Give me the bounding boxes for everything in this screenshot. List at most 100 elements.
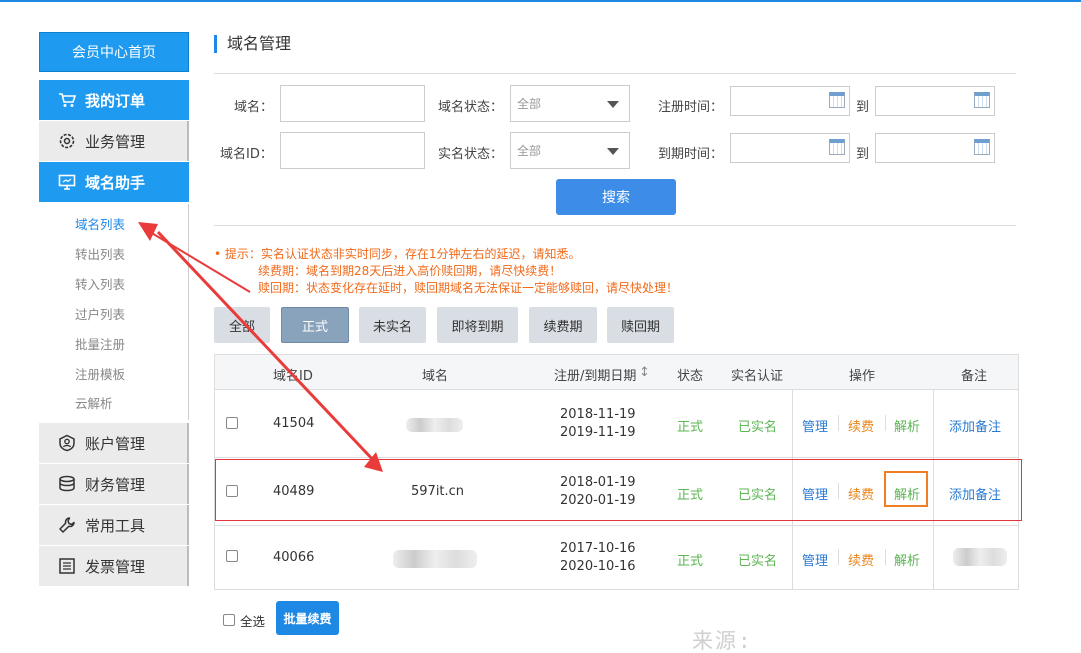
cart-icon [57, 90, 77, 110]
add-note-link[interactable]: 添加备注 [949, 416, 1001, 435]
manage-link[interactable]: 管理 [802, 550, 828, 569]
sidebar-item-business[interactable]: 业务管理 [39, 121, 189, 161]
domain-id-label: 域名ID： [220, 147, 273, 162]
filter-unverified[interactable]: 未实名 [359, 307, 426, 343]
batch-renew-button[interactable]: 批量续费 [276, 601, 339, 635]
col-domain: 域名 [422, 369, 449, 384]
status-badge: 正式 [677, 554, 704, 569]
divider [838, 549, 839, 565]
filter-expiring[interactable]: 即将到期 [437, 307, 518, 343]
sidebar-item-label: 账户管理 [85, 434, 146, 453]
notice-line: 赎回期：状态变化存在延时，赎回期域名无法保证一定能够赎回，请尽快处理！ [258, 281, 679, 295]
to-label: 到 [856, 100, 870, 115]
filter-all[interactable]: 全部 [214, 307, 270, 343]
sidebar-item-invoice[interactable]: 发票管理 [39, 546, 189, 586]
monitor-icon [57, 172, 77, 192]
wrench-icon [57, 515, 77, 535]
realname-badge: 已实名 [738, 420, 778, 435]
page-title: 域名管理 [214, 35, 291, 53]
divider [933, 390, 934, 457]
row-checkbox[interactable] [226, 550, 238, 562]
calendar-icon[interactable] [974, 139, 990, 155]
blurred-note [953, 548, 1007, 566]
search-button[interactable]: 搜索 [556, 179, 676, 215]
exp-time-label: 到期时间： [658, 147, 724, 162]
col-domain-id: 域名ID [273, 369, 313, 384]
divider [885, 549, 886, 565]
sort-icon[interactable]: ↕ [639, 365, 650, 380]
top-border [0, 0, 1081, 2]
sidebar-item-label: 常用工具 [85, 516, 146, 535]
col-date[interactable]: 注册/到期日期 [554, 365, 636, 384]
table-row: 40066 2017-10-16 2020-10-16 正式 已实名 管理 续费… [215, 526, 1018, 590]
exp-time-end-input[interactable] [875, 133, 995, 163]
notice-line: • 提示：实名认证状态非实时同步，存在1分钟左右的延迟，请知悉。 [214, 247, 581, 261]
calendar-icon[interactable] [829, 139, 845, 155]
submenu-bulk-register[interactable]: 批量注册 [75, 334, 125, 353]
domain-label: 域名： [234, 100, 274, 115]
domain-id: 40066 [273, 550, 315, 565]
sidebar-item-finance[interactable]: 财务管理 [39, 464, 189, 504]
sidebar-item-domain-assistant[interactable]: 域名助手 [39, 162, 189, 202]
sidebar-item-label: 发票管理 [85, 557, 146, 576]
domain-status-label: 域名状态： [438, 100, 504, 115]
calendar-icon[interactable] [829, 92, 845, 108]
submenu-transfer-out[interactable]: 转出列表 [75, 244, 125, 263]
realname-status-label: 实名状态： [438, 147, 504, 162]
divider [792, 390, 793, 457]
calendar-icon[interactable] [974, 92, 990, 108]
submenu-register-template[interactable]: 注册模板 [75, 364, 125, 383]
domain-id-input[interactable] [280, 132, 425, 169]
reg-date: 2017-10-16 [560, 541, 636, 556]
reg-time-start-input[interactable] [730, 86, 850, 116]
sidebar-item-label: 财务管理 [85, 475, 146, 494]
chevron-down-icon [607, 101, 619, 108]
domain-input[interactable] [280, 85, 425, 122]
submenu-ownership-transfer[interactable]: 过户列表 [75, 304, 125, 323]
domain-id: 41504 [273, 416, 315, 431]
realname-badge: 已实名 [738, 554, 778, 569]
sidebar-item-account[interactable]: 账户管理 [39, 423, 189, 463]
select-all-label[interactable]: 全选 [240, 611, 265, 630]
exp-date: 2020-10-16 [560, 559, 636, 574]
sidebar-item-orders[interactable]: 我的订单 [39, 80, 189, 120]
renew-link[interactable]: 续费 [848, 550, 874, 569]
select-value: 全部 [517, 97, 542, 111]
domain-status-select[interactable]: 全部 [510, 85, 630, 122]
divider [792, 526, 793, 590]
divider [885, 415, 886, 431]
reg-time-end-input[interactable] [875, 86, 995, 116]
notice-line: 续费期：域名到期28天后进入高价赎回期，请尽快续费！ [258, 264, 562, 278]
blurred-domain [393, 550, 477, 568]
reg-date: 2018-11-19 [560, 407, 636, 422]
highlight-dns-box [884, 471, 928, 507]
realname-status-select[interactable]: 全部 [510, 132, 630, 169]
divider [933, 526, 934, 590]
dns-link[interactable]: 解析 [894, 416, 920, 435]
member-home-button[interactable]: 会员中心首页 [39, 32, 189, 72]
filter-redemption-period[interactable]: 赎回期 [607, 307, 674, 343]
filter-renewal-period[interactable]: 续费期 [529, 307, 597, 343]
submenu-cloud-dns[interactable]: 云解析 [75, 393, 113, 412]
row-checkbox[interactable] [226, 417, 238, 429]
submenu-domain-list[interactable]: 域名列表 [75, 214, 125, 233]
submenu-transfer-in[interactable]: 转入列表 [75, 274, 125, 293]
watermark: 来源: https://www.ahaoyw.com [692, 629, 753, 653]
blurred-domain [406, 418, 463, 432]
sidebar-item-tools[interactable]: 常用工具 [39, 505, 189, 545]
renew-link[interactable]: 续费 [848, 416, 874, 435]
sidebar-item-label: 业务管理 [85, 132, 146, 151]
reg-time-label: 注册时间： [658, 100, 724, 115]
filter-official[interactable]: 正式 [281, 307, 349, 343]
dns-link[interactable]: 解析 [894, 550, 920, 569]
chevron-down-icon [607, 148, 619, 155]
select-all-checkbox[interactable] [223, 614, 235, 626]
coins-icon [57, 474, 77, 494]
divider [214, 73, 1016, 74]
exp-time-start-input[interactable] [730, 133, 850, 163]
gear-icon [57, 131, 77, 151]
divider [214, 225, 1016, 226]
sidebar-item-label: 我的订单 [85, 91, 146, 110]
sidebar-item-label: 域名助手 [85, 173, 146, 192]
manage-link[interactable]: 管理 [802, 416, 828, 435]
